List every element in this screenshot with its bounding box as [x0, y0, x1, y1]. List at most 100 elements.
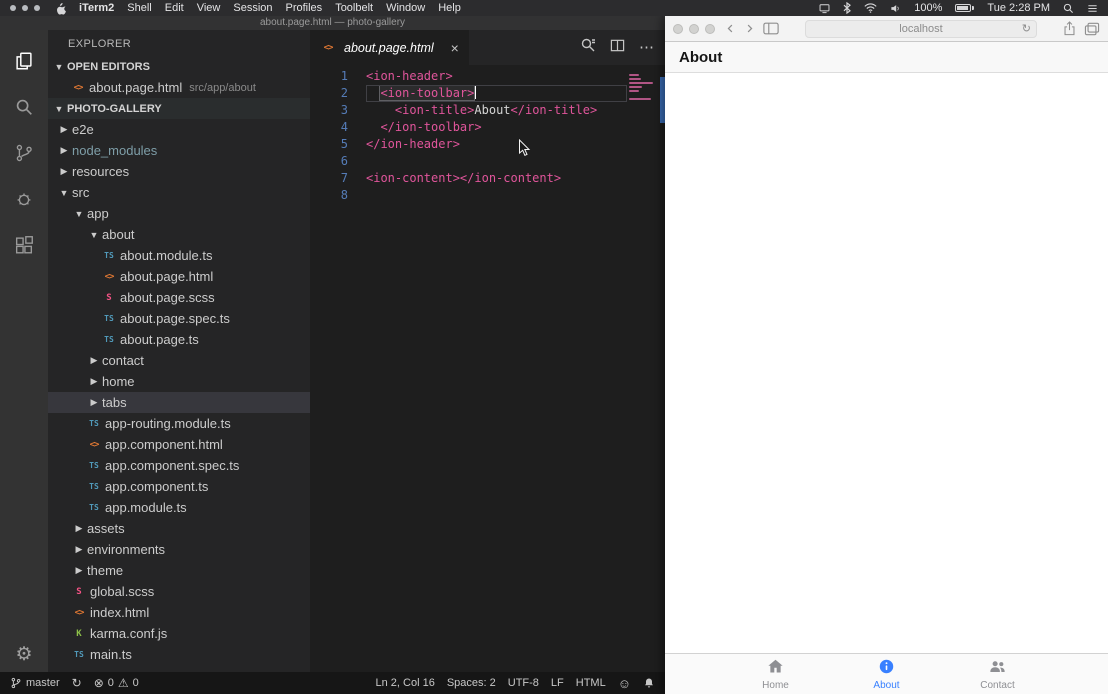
status-indentation[interactable]: Spaces: 2 — [447, 677, 496, 689]
extensions-icon[interactable] — [0, 222, 48, 268]
status-encoding[interactable]: UTF-8 — [508, 677, 539, 689]
folder-src[interactable]: ▼src — [48, 182, 310, 203]
close-tab-icon[interactable]: × — [451, 40, 459, 56]
file-app.component.spec.ts[interactable]: TSapp.component.spec.ts — [48, 455, 310, 476]
code-line-4[interactable]: 4 </ion-toolbar> — [310, 119, 665, 136]
code-line-7[interactable]: 7<ion-content></ion-content> — [310, 170, 665, 187]
file-about.module.ts[interactable]: TSabout.module.ts — [48, 245, 310, 266]
folder-node_modules[interactable]: ▶node_modules — [48, 140, 310, 161]
problems-indicator[interactable]: ⊗ 0 ⚠ 0 — [94, 677, 139, 689]
status-eol[interactable]: LF — [551, 677, 564, 689]
forward-button[interactable] — [744, 22, 755, 35]
code-line-5[interactable]: 5</ion-header> — [310, 136, 665, 153]
feedback-smiley-icon[interactable]: ☺ — [618, 677, 631, 690]
code-editor[interactable]: 1<ion-header>2 <ion-toolbar>3 <ion-title… — [310, 65, 665, 672]
wifi-status-icon[interactable] — [864, 3, 877, 13]
battery-percentage[interactable]: 100% — [914, 2, 942, 14]
file-app.module.ts[interactable]: TSapp.module.ts — [48, 497, 310, 518]
volume-status-icon[interactable] — [890, 3, 901, 14]
code-line-8[interactable]: 8 — [310, 187, 665, 204]
code-line-6[interactable]: 6 — [310, 153, 665, 170]
menu-session[interactable]: Session — [233, 2, 272, 14]
vscode-title-bar[interactable]: about.page.html — photo-gallery — [0, 16, 665, 30]
minimize-window-dot[interactable] — [689, 24, 699, 34]
explorer-icon[interactable] — [0, 38, 48, 84]
close-window-dot[interactable] — [10, 5, 16, 11]
split-editor-icon[interactable] — [610, 38, 625, 58]
open-editor-item[interactable]: <> about.page.html src/app/about — [48, 77, 310, 98]
safari-window: localhost ↻ About HomeAboutContact — [665, 16, 1108, 694]
close-window-dot[interactable] — [673, 24, 683, 34]
tab-button-about[interactable]: About — [831, 654, 942, 694]
file-about.page.spec.ts[interactable]: TSabout.page.spec.ts — [48, 308, 310, 329]
file-main.ts[interactable]: TSmain.ts — [48, 644, 310, 665]
open-changes-icon[interactable] — [580, 37, 596, 58]
search-icon[interactable] — [0, 84, 48, 130]
folder-app[interactable]: ▼app — [48, 203, 310, 224]
share-icon[interactable] — [1063, 21, 1076, 36]
tab-overview-icon[interactable] — [1084, 22, 1100, 36]
status-cursor-position[interactable]: Ln 2, Col 16 — [376, 677, 435, 689]
folder-e2e[interactable]: ▶e2e — [48, 119, 310, 140]
tab-about-page-html[interactable]: <> about.page.html × — [310, 30, 469, 65]
file-app.component.ts[interactable]: TSapp.component.ts — [48, 476, 310, 497]
folder-home[interactable]: ▶home — [48, 371, 310, 392]
folder-environments[interactable]: ▶environments — [48, 539, 310, 560]
settings-gear-icon[interactable]: ⚙ — [15, 645, 32, 664]
folder-resources[interactable]: ▶resources — [48, 161, 310, 182]
sync-changes-icon[interactable]: ↻ — [72, 677, 82, 689]
display-status-icon[interactable] — [819, 3, 830, 14]
open-editors-section[interactable]: ▼ OPEN EDITORS — [48, 56, 310, 77]
tab-button-home[interactable]: Home — [720, 654, 831, 694]
menu-view[interactable]: View — [197, 2, 221, 14]
file-app.component.html[interactable]: <>app.component.html — [48, 434, 310, 455]
menu-edit[interactable]: Edit — [165, 2, 184, 14]
file-app-routing.module.ts[interactable]: TSapp-routing.module.ts — [48, 413, 310, 434]
file-global.scss[interactable]: Sglobal.scss — [48, 581, 310, 602]
tab-button-contact[interactable]: Contact — [942, 654, 1053, 694]
sidebar-toggle-icon[interactable] — [763, 22, 779, 35]
file-about.page.ts[interactable]: TSabout.page.ts — [48, 329, 310, 350]
file-karma.conf.js[interactable]: Kkarma.conf.js — [48, 623, 310, 644]
code-line-3[interactable]: 3 <ion-title>About</ion-title> — [310, 102, 665, 119]
item-label: about.page.ts — [120, 332, 199, 347]
chevron-right-icon: ▶ — [56, 124, 72, 135]
reload-icon[interactable]: ↻ — [1022, 22, 1031, 35]
minimize-window-dot[interactable] — [22, 5, 28, 11]
spotlight-icon[interactable] — [1063, 3, 1074, 14]
code-line-1[interactable]: 1<ion-header> — [310, 68, 665, 85]
battery-icon[interactable] — [955, 4, 974, 12]
git-branch-indicator[interactable]: master — [10, 677, 60, 689]
menu-help[interactable]: Help — [438, 2, 461, 14]
menu-iterm2[interactable]: iTerm2 — [79, 2, 114, 14]
folder-about[interactable]: ▼about — [48, 224, 310, 245]
source-control-icon[interactable] — [0, 130, 48, 176]
zoom-window-dot[interactable] — [705, 24, 715, 34]
file-about.page.scss[interactable]: Sabout.page.scss — [48, 287, 310, 308]
notification-center-icon[interactable] — [1087, 3, 1098, 14]
menu-shell[interactable]: Shell — [127, 2, 151, 14]
file-index.html[interactable]: <>index.html — [48, 602, 310, 623]
file-about.page.html[interactable]: <>about.page.html — [48, 266, 310, 287]
folder-tabs[interactable]: ▶tabs — [48, 392, 310, 413]
code-line-2[interactable]: 2 <ion-toolbar> — [310, 85, 665, 102]
status-language-mode[interactable]: HTML — [576, 677, 606, 689]
menu-window[interactable]: Window — [386, 2, 425, 14]
menu-toolbelt[interactable]: Toolbelt — [335, 2, 373, 14]
menu-profiles[interactable]: Profiles — [286, 2, 323, 14]
menu-bar-clock[interactable]: Tue 2:28 PM — [987, 2, 1050, 14]
bluetooth-status-icon[interactable] — [843, 2, 851, 14]
minimap[interactable] — [629, 74, 655, 106]
folder-theme[interactable]: ▶theme — [48, 560, 310, 581]
project-section[interactable]: ▼ PHOTO-GALLERY — [48, 98, 310, 119]
ts-file-icon: TS — [71, 647, 87, 662]
apple-menu-icon[interactable] — [55, 2, 66, 15]
notifications-bell-icon[interactable] — [643, 677, 655, 689]
address-bar[interactable]: localhost ↻ — [805, 20, 1037, 38]
folder-contact[interactable]: ▶contact — [48, 350, 310, 371]
more-actions-icon[interactable]: ⋯ — [639, 40, 655, 55]
debug-icon[interactable] — [0, 176, 48, 222]
folder-assets[interactable]: ▶assets — [48, 518, 310, 539]
back-button[interactable] — [725, 22, 736, 35]
zoom-window-dot[interactable] — [34, 5, 40, 11]
